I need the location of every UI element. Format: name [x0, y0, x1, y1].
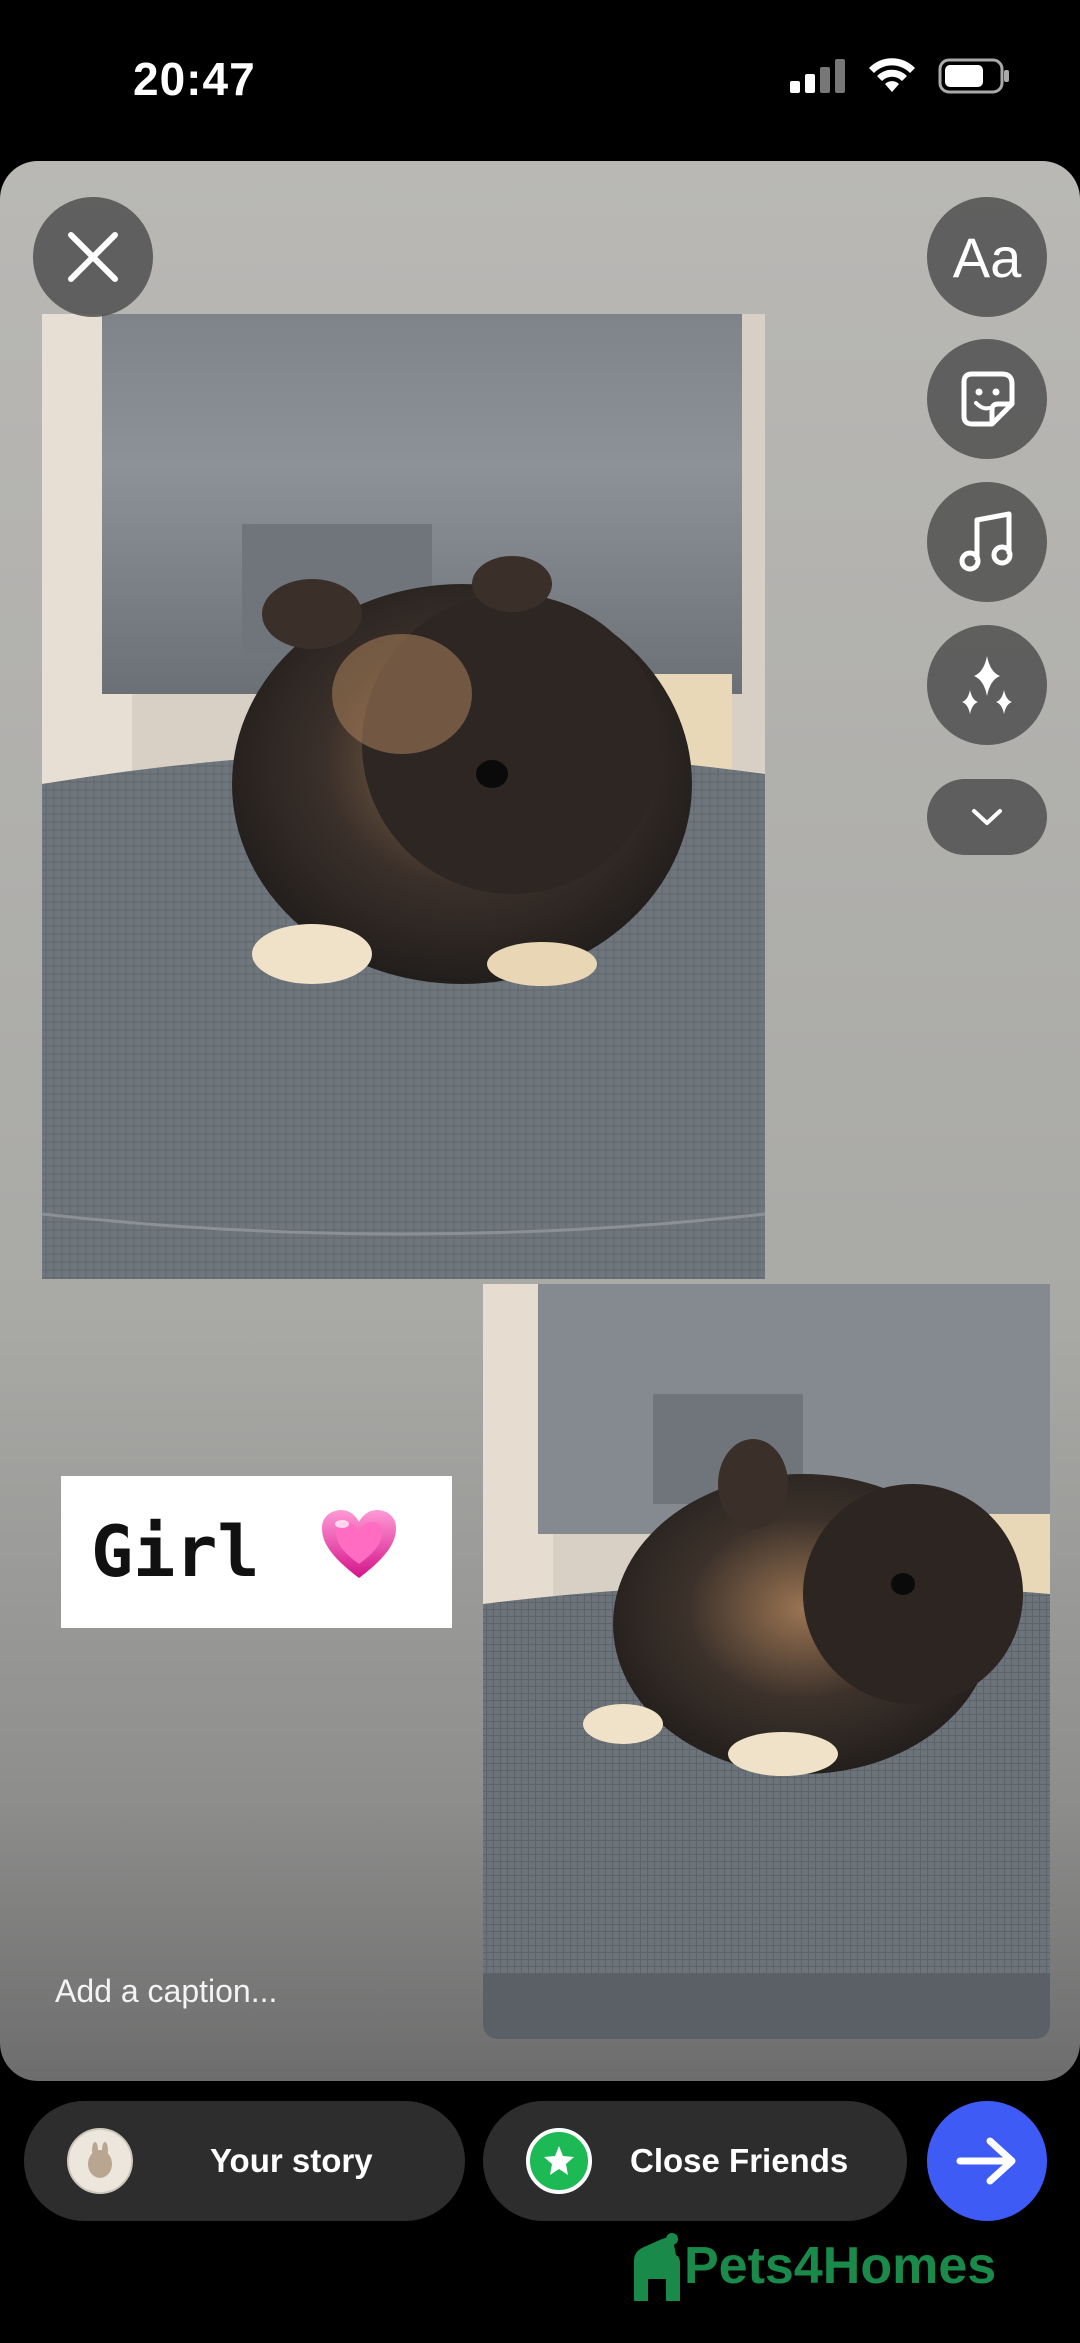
bunny-photo-1[interactable] [42, 314, 765, 1279]
caption-input[interactable]: Add a caption... [55, 1973, 277, 2010]
music-tool-button[interactable] [927, 482, 1047, 602]
send-next-button[interactable] [927, 2101, 1047, 2221]
sticker-icon [961, 371, 1015, 427]
more-tools-button[interactable] [927, 779, 1047, 855]
your-story-button[interactable]: Your story [24, 2101, 465, 2221]
wifi-icon [869, 58, 915, 92]
sticker-tool-button[interactable] [927, 339, 1047, 459]
girl-text-sticker[interactable]: Girl [61, 1476, 452, 1628]
close-button[interactable] [33, 197, 153, 317]
avatar [67, 2128, 133, 2194]
signal-icon [790, 59, 845, 93]
story-canvas[interactable]: Aa Girl Add a caption... [0, 161, 1080, 2081]
text-tool-label: Aa [952, 225, 1022, 289]
close-friends-label: Close Friends [630, 2142, 849, 2179]
effects-tool-button[interactable] [927, 625, 1047, 745]
pets4homes-watermark: Pets4Homes [628, 2231, 996, 2301]
chevron-down-icon [972, 809, 1002, 825]
close-friends-star-icon [526, 2128, 592, 2194]
watermark-text: Pets4Homes [684, 2237, 997, 2295]
sticker-text: Girl [91, 1511, 260, 1593]
text-tool-button[interactable]: Aa [927, 197, 1047, 317]
music-icon [959, 511, 1013, 572]
arrow-right-icon [956, 2137, 1016, 2185]
your-story-label: Your story [210, 2142, 373, 2179]
status-time: 20:47 [133, 53, 256, 105]
close-icon [68, 232, 118, 282]
battery-icon [938, 58, 1009, 94]
sparkles-icon [962, 656, 1012, 714]
status-icons [790, 58, 1010, 94]
bunny-photo-2[interactable] [483, 1284, 1050, 2039]
pets4homes-logo-icon [634, 2233, 680, 2301]
heart-emoji [320, 1508, 398, 1597]
close-friends-button[interactable]: Close Friends [483, 2101, 907, 2221]
